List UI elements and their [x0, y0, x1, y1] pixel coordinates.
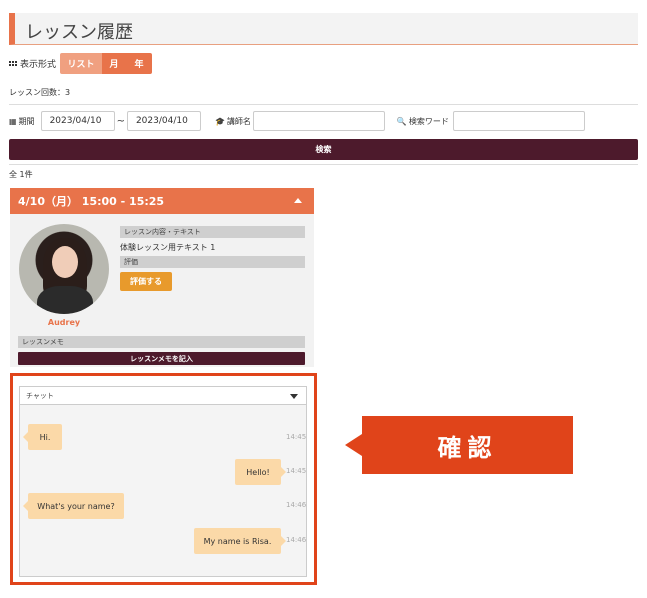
- write-memo-button[interactable]: レッスンメモを記入: [18, 352, 305, 365]
- rate-button[interactable]: 評価する: [120, 272, 172, 291]
- chat-timestamp: 14:45: [286, 467, 307, 475]
- page-title-bar: レッスン履歴: [9, 13, 638, 45]
- display-list-button[interactable]: リスト: [60, 52, 103, 74]
- tutor-avatar: [19, 224, 109, 314]
- calendar-icon: ▦: [9, 116, 17, 126]
- chat-message: What's your name?: [23, 493, 124, 519]
- total-count: 全 1件: [9, 170, 33, 179]
- chat-selector[interactable]: チャット: [20, 387, 306, 405]
- search-icon: 🔍: [396, 116, 407, 126]
- tutor-name[interactable]: Audrey: [10, 318, 118, 327]
- chat-panel: チャット Hi. 14:45 Hello! 14:45 What's your …: [19, 386, 307, 577]
- page-title: レッスン履歴: [25, 22, 133, 43]
- chat-message: My name is Risa.: [194, 528, 286, 554]
- rating-label: 評価: [120, 256, 305, 268]
- graduation-cap-icon: 🎓: [214, 116, 225, 126]
- content-value: 体験レッスン用テキスト 1: [120, 243, 216, 252]
- chat-message: Hi.: [23, 424, 62, 450]
- teacher-name-input[interactable]: [252, 111, 385, 131]
- lesson-body: Audrey レッスン内容・テキスト 体験レッスン用テキスト 1 評価 評価する…: [10, 214, 314, 367]
- memo-label: レッスンメモ: [18, 336, 305, 348]
- display-format-row: 表示形式 リスト 月 年: [9, 52, 153, 74]
- search-button[interactable]: 検索: [9, 139, 638, 160]
- date-to-input[interactable]: 2023/04/10: [126, 111, 201, 131]
- lesson-count: レッスン回数：3: [9, 88, 71, 97]
- display-format-toggle: リスト 月 年: [60, 52, 153, 74]
- confirm-callout: 確認: [345, 416, 573, 474]
- chat-timestamp: 14:46: [286, 501, 307, 509]
- filter-row: ▦ 期間 2023/04/10 ~ 2023/04/10 🎓 講師名 🔍 検索ワ…: [9, 110, 585, 132]
- chat-timestamp: 14:45: [286, 433, 307, 441]
- keyword-label: 検索ワード: [408, 116, 449, 126]
- keyword-input[interactable]: [452, 111, 585, 131]
- chat-timestamp: 14:46: [286, 536, 307, 544]
- collapse-caret-icon[interactable]: [294, 198, 302, 203]
- date-separator: ~: [116, 115, 125, 127]
- chat-message: Hello!: [235, 459, 286, 485]
- period-label: 期間: [18, 116, 35, 126]
- lesson-datetime: 4/10（月） 15:00 - 15:25: [18, 195, 165, 208]
- grid-icon: [9, 60, 17, 66]
- divider: [9, 104, 638, 105]
- date-from-input[interactable]: 2023/04/10: [40, 111, 115, 131]
- teacher-label: 講師名: [226, 116, 251, 126]
- divider: [9, 164, 638, 165]
- content-label: レッスン内容・テキスト: [120, 226, 305, 238]
- chevron-down-icon[interactable]: [290, 394, 298, 399]
- chat-highlight-frame: チャット Hi. 14:45 Hello! 14:45 What's your …: [10, 373, 317, 585]
- display-month-button[interactable]: 月: [102, 52, 127, 74]
- display-format-label: 表示形式: [9, 57, 56, 70]
- display-year-button[interactable]: 年: [126, 52, 153, 74]
- lesson-header[interactable]: 4/10（月） 15:00 - 15:25: [10, 188, 314, 214]
